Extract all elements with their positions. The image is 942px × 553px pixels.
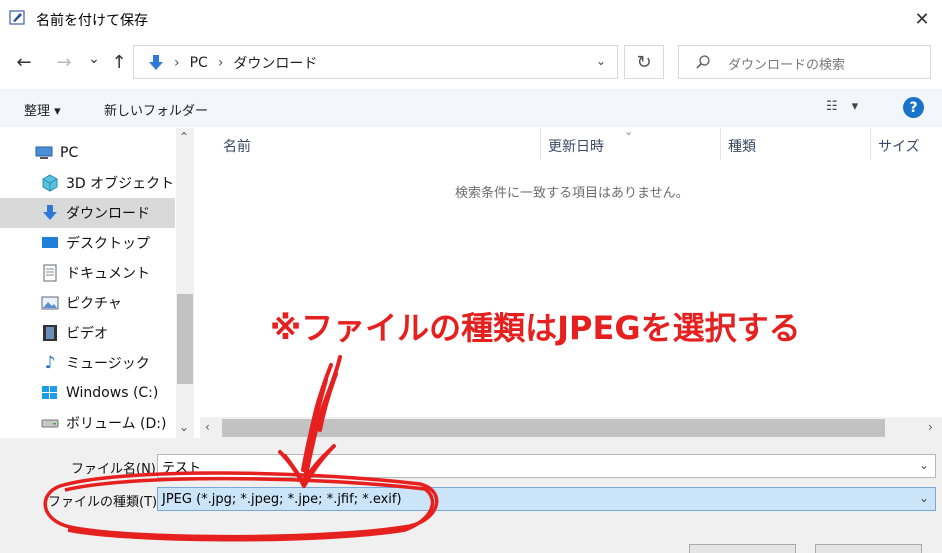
breadcrumb-separator: › xyxy=(174,55,180,71)
sidebar-item-desktop[interactable]: デスクトップ xyxy=(0,228,175,258)
sidebar-scroll-thumb[interactable] xyxy=(177,294,193,384)
chevron-down-icon: ▾ xyxy=(851,99,859,114)
address-dropdown-icon[interactable]: ⌄ xyxy=(596,54,606,68)
sort-indicator-icon: ⌄ xyxy=(624,125,634,138)
column-header-name[interactable]: 名前 xyxy=(223,136,251,156)
file-list: 名前 更新日時 種類 サイズ 検索条件に一致する項目はありません。 xyxy=(200,128,942,438)
filename-value: テスト xyxy=(162,460,202,476)
sidebar-item-label: ボリューム (D:) xyxy=(66,416,167,432)
save-button[interactable] xyxy=(689,544,796,553)
sidebar-item-label: ミュージック xyxy=(66,356,150,372)
breadcrumb-item-downloads[interactable]: ダウンロード xyxy=(233,53,317,73)
navigation-pane: PC 3D オブジェクト ダウンロード デスクトップ ドキュメント ピクチャ ビ… xyxy=(0,128,196,438)
pc-icon xyxy=(34,144,54,162)
refresh-button[interactable]: ↻ xyxy=(624,45,664,79)
help-icon[interactable]: ? xyxy=(903,97,924,118)
sidebar-item-pictures[interactable]: ピクチャ xyxy=(0,288,175,318)
filename-input[interactable]: テスト ⌄ xyxy=(157,454,936,478)
title-bar: 名前を付けて保存 ✕ xyxy=(0,0,942,38)
desktop-icon xyxy=(40,234,60,252)
close-button[interactable]: ✕ xyxy=(905,4,939,34)
sidebar-scrollbar[interactable] xyxy=(176,128,194,438)
scroll-up-icon[interactable]: ⌃ xyxy=(179,130,189,144)
sidebar-item-label: Windows (C:) xyxy=(66,385,159,401)
column-divider xyxy=(870,128,871,160)
picture-icon xyxy=(40,294,60,312)
sidebar-item-label: ビデオ xyxy=(66,326,108,342)
filetype-label: ファイルの種類(T): xyxy=(48,495,162,510)
chevron-down-icon[interactable]: ⌄ xyxy=(919,491,929,505)
sidebar-item-documents[interactable]: ドキュメント xyxy=(0,258,175,288)
search-placeholder: ダウンロードの検索 xyxy=(728,58,846,73)
cancel-button[interactable] xyxy=(815,544,922,553)
sidebar-item-label: 3D オブジェクト xyxy=(66,176,175,192)
drive-icon xyxy=(40,414,60,432)
chevron-down-icon: ⌄ xyxy=(88,51,100,67)
new-folder-button[interactable]: 新しいフォルダー xyxy=(104,100,208,119)
download-icon xyxy=(40,204,60,222)
scroll-right-icon[interactable]: › xyxy=(928,420,933,434)
command-bar: 整理 ▾ 新しいフォルダー ☷ ▾ xyxy=(0,89,942,127)
sidebar-item-music[interactable]: ♪ ミュージック xyxy=(0,348,175,378)
sidebar-item-volume-d[interactable]: ボリューム (D:) xyxy=(0,408,175,438)
scroll-left-icon[interactable]: ‹ xyxy=(205,420,210,434)
sidebar-item-label: ダウンロード xyxy=(66,206,150,222)
document-icon xyxy=(40,264,60,282)
breadcrumb-separator: › xyxy=(217,55,224,71)
arrow-up-icon: ↑ xyxy=(111,51,127,73)
video-icon xyxy=(40,324,60,342)
sidebar-item-pc[interactable]: PC xyxy=(34,138,174,168)
sidebar-item-videos[interactable]: ビデオ xyxy=(0,318,175,348)
download-folder-icon xyxy=(149,55,163,70)
window-title: 名前を付けて保存 xyxy=(36,13,148,29)
chevron-down-icon[interactable]: ⌄ xyxy=(919,458,929,472)
sidebar-item-label: ドキュメント xyxy=(66,266,150,282)
column-header-size[interactable]: サイズ xyxy=(878,136,920,156)
sidebar-item-windows-c[interactable]: Windows (C:) xyxy=(0,378,175,408)
column-divider xyxy=(720,128,721,160)
scroll-down-icon[interactable]: ⌄ xyxy=(179,420,189,434)
view-options-button[interactable]: ☷ ▾ xyxy=(826,99,858,114)
windows-drive-icon xyxy=(40,384,60,402)
filename-label: ファイル名(N): xyxy=(71,462,161,477)
refresh-icon: ↻ xyxy=(636,51,652,73)
organize-button[interactable]: 整理 ▾ xyxy=(24,100,61,119)
breadcrumb-item-pc[interactable]: PC xyxy=(190,55,208,71)
arrow-left-icon: ← xyxy=(16,51,32,73)
sidebar-item-label: PC xyxy=(60,145,79,161)
recent-locations-button[interactable]: ⌄ xyxy=(82,47,106,71)
filetype-select[interactable]: JPEG (*.jpg; *.jpeg; *.jpe; *.jfif; *.ex… xyxy=(157,487,936,511)
sidebar-item-label: デスクトップ xyxy=(66,236,150,252)
sidebar-item-label: ピクチャ xyxy=(66,296,122,312)
music-icon: ♪ xyxy=(44,353,56,373)
horizontal-scroll-thumb[interactable] xyxy=(222,419,885,437)
column-header-type[interactable]: 種類 xyxy=(728,136,756,156)
details-view-icon: ☷ xyxy=(826,99,838,114)
sidebar-item-downloads[interactable]: ダウンロード xyxy=(0,198,175,228)
column-header-modified[interactable]: 更新日時 xyxy=(548,136,604,156)
empty-message: 検索条件に一致する項目はありません。 xyxy=(455,186,689,201)
arrow-right-icon: → xyxy=(56,51,72,73)
up-button[interactable]: ↑ xyxy=(107,50,131,74)
back-button[interactable]: ← xyxy=(12,50,36,74)
breadcrumb: › PC › ダウンロード xyxy=(148,53,317,73)
close-icon: ✕ xyxy=(914,8,930,30)
address-bar[interactable]: › PC › ダウンロード ⌄ xyxy=(133,45,618,79)
search-input[interactable]: ダウンロードの検索 xyxy=(678,45,931,79)
forward-button[interactable]: → xyxy=(52,50,76,74)
filetype-value: JPEG (*.jpg; *.jpeg; *.jpe; *.jfif; *.ex… xyxy=(162,491,402,507)
annotation-text: ※ファイルの種類はJPEGを選択する xyxy=(270,309,801,347)
column-divider xyxy=(540,128,541,160)
search-icon xyxy=(696,55,710,69)
paint-app-icon xyxy=(9,10,25,25)
sidebar-item-3d-objects[interactable]: 3D オブジェクト xyxy=(0,168,175,198)
cube-icon xyxy=(40,174,60,192)
